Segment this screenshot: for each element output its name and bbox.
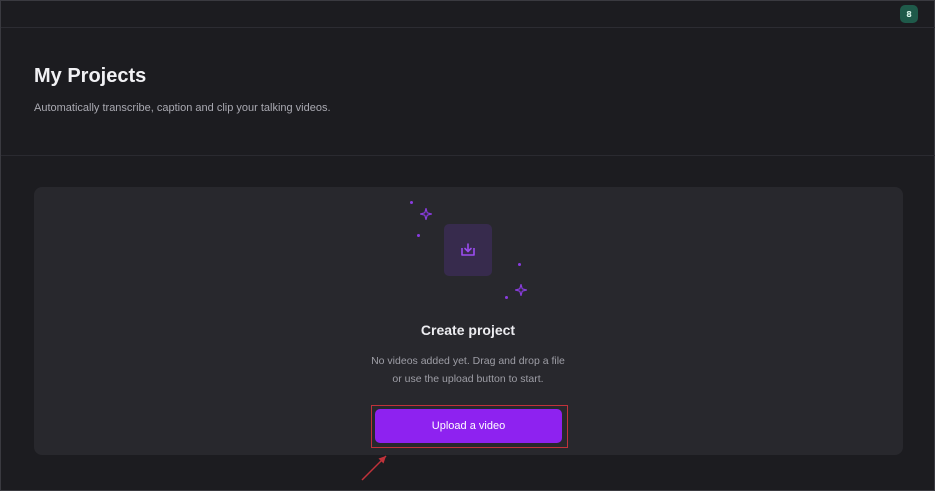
- empty-state-description: No videos added yet. Drag and drop a fil…: [371, 355, 565, 385]
- app-window: 8 My Projects Automatically transcribe, …: [0, 0, 935, 491]
- sparkle-icon: [515, 284, 527, 296]
- sparkle-dot-icon: [518, 263, 521, 266]
- sparkle-icon: [420, 208, 432, 220]
- top-bar: 8: [1, 1, 935, 28]
- sparkle-dot-icon: [410, 201, 413, 204]
- annotation-arrow-icon: [361, 455, 387, 481]
- empty-state-title: Create project: [420, 322, 516, 338]
- sparkle-dot-icon: [505, 296, 508, 299]
- page-subtitle: Automatically transcribe, caption and cl…: [34, 102, 331, 114]
- sparkle-dot-icon: [417, 234, 420, 237]
- upload-video-button[interactable]: Upload a video: [375, 409, 562, 443]
- header-divider: [1, 155, 935, 156]
- page-title: My Projects: [34, 65, 147, 87]
- user-avatar[interactable]: 8: [900, 5, 918, 23]
- avatar-initials: 8: [906, 9, 912, 19]
- download-tray-icon: [461, 243, 475, 256]
- upload-tile: [444, 224, 492, 276]
